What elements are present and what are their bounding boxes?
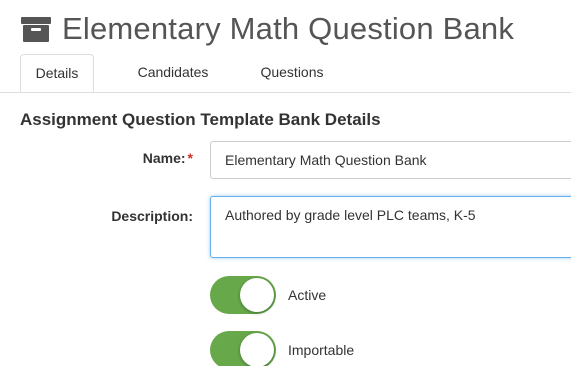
tab-questions[interactable]: Questions xyxy=(240,54,344,91)
active-toggle-label: Active xyxy=(288,287,327,303)
tab-bar: Details Candidates Questions xyxy=(0,54,571,93)
tab-questions-label: Questions xyxy=(260,64,324,80)
page-header: Elementary Math Question Bank xyxy=(20,8,514,50)
name-label-text: Name: xyxy=(142,150,186,166)
tab-details[interactable]: Details xyxy=(20,54,94,92)
page-title: Elementary Math Question Bank xyxy=(62,11,515,46)
tab-candidates[interactable]: Candidates xyxy=(118,54,228,91)
name-input[interactable] xyxy=(210,141,571,179)
importable-toggle-knob xyxy=(240,333,274,366)
tab-details-label: Details xyxy=(35,65,79,81)
page: Elementary Math Question Bank Details Ca… xyxy=(0,0,571,366)
archive-icon xyxy=(21,17,51,42)
description-input[interactable]: Authored by grade level PLC teams, K-5 xyxy=(210,196,571,258)
active-toggle[interactable] xyxy=(210,276,276,314)
required-marker: * xyxy=(187,150,193,166)
description-label: Description: xyxy=(111,208,193,224)
active-toggle-knob xyxy=(240,278,274,312)
importable-toggle-row: Importable xyxy=(210,330,354,366)
tab-candidates-label: Candidates xyxy=(137,64,209,80)
name-label: Name: * xyxy=(143,150,193,166)
active-toggle-row: Active xyxy=(210,275,326,315)
section-title: Assignment Question Template Bank Detail… xyxy=(20,110,381,129)
importable-toggle-label: Importable xyxy=(288,342,355,358)
importable-toggle[interactable] xyxy=(210,331,276,366)
